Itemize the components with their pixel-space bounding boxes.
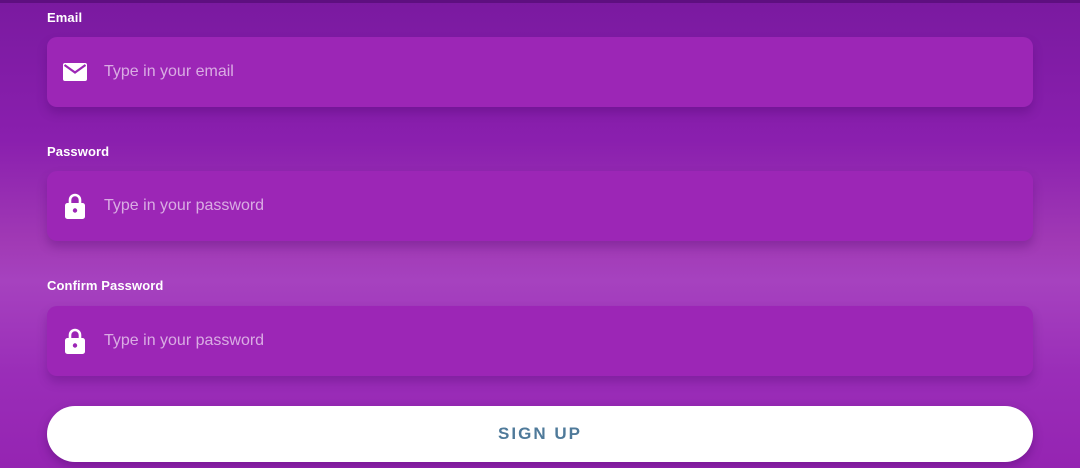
confirm-password-field-container[interactable]	[47, 306, 1033, 376]
mail-icon	[63, 60, 87, 84]
email-field[interactable]	[104, 37, 1033, 107]
lock-icon	[63, 328, 87, 354]
password-label: Password	[47, 144, 110, 159]
confirm-password-label: Confirm Password	[47, 278, 164, 293]
email-label: Email	[47, 10, 83, 25]
password-field[interactable]	[104, 171, 1033, 241]
email-field-container[interactable]	[47, 37, 1033, 107]
top-divider	[0, 0, 1080, 3]
confirm-password-field[interactable]	[104, 306, 1033, 376]
lock-icon	[63, 193, 87, 219]
sign-up-button[interactable]: SIGN UP	[47, 406, 1033, 462]
password-field-container[interactable]	[47, 171, 1033, 241]
